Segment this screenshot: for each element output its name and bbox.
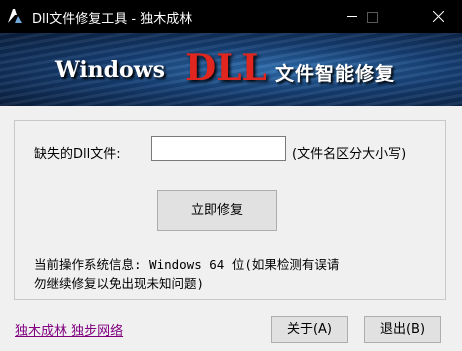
case-sensitive-hint: (文件名区分大小写): [292, 147, 407, 162]
close-button[interactable]: [416, 0, 462, 33]
close-icon: [433, 11, 444, 22]
exit-button[interactable]: 退出(B): [364, 316, 441, 343]
os-info-line1: 当前操作系统信息: Windows 64 位(如果检测有误请: [34, 257, 340, 272]
banner-subtitle: 文件智能修复: [275, 63, 396, 85]
dll-file-label: 缺失的Dll文件:: [34, 147, 121, 162]
banner-windows-text: Windows: [55, 57, 166, 83]
banner-dll-text: DLL: [185, 47, 267, 89]
author-link[interactable]: 独木成林 独步网络: [15, 320, 123, 339]
maximize-icon: [367, 12, 378, 23]
maximize-button: [350, 0, 396, 33]
app-icon: [8, 9, 22, 23]
about-button[interactable]: 关于(A): [271, 316, 348, 343]
window-title: Dll文件修复工具 - 独木成林: [32, 12, 193, 27]
os-info-line2: 勿继续修复以免出现未知问题): [34, 276, 205, 291]
title-bar: Dll文件修复工具 - 独木成林: [0, 0, 462, 33]
dll-file-input[interactable]: [151, 136, 286, 161]
banner-image: Windows DLL 文件智能修复: [0, 33, 462, 106]
fix-now-button[interactable]: 立即修复: [157, 190, 277, 231]
